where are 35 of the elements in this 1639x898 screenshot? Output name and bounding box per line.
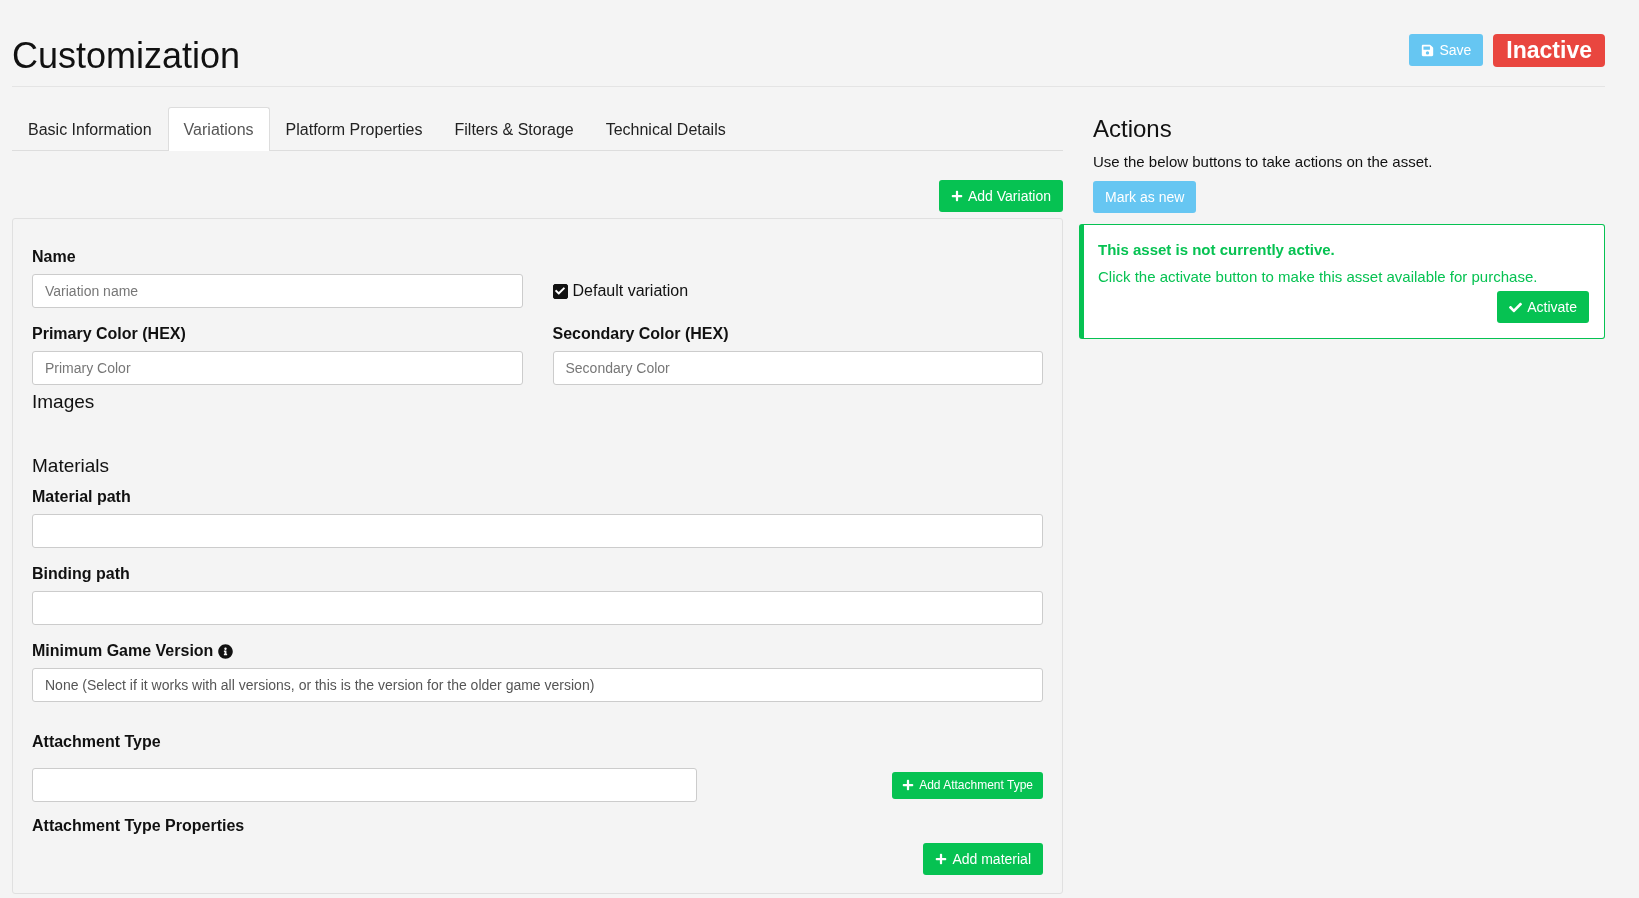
section-heading: Materials — [32, 455, 111, 477]
primary-color-field[interactable]: Primary Color — [32, 351, 523, 385]
checkbox-label: Default variation — [572, 282, 689, 300]
secondary-color-field[interactable]: Secondary Color — [552, 351, 1043, 385]
game-version-select[interactable]: None (Select if it works with all versions, or this is the version for the older game version) — [32, 668, 1043, 702]
tab[interactable]: Variations — [167, 107, 270, 151]
tab[interactable]: Technical Details — [589, 107, 742, 151]
status-badge: Inactive — [1493, 33, 1605, 67]
field-label: Material path — [32, 487, 132, 507]
field-label: Name — [32, 247, 77, 267]
default-variation-checkbox[interactable]: Default variation — [552, 274, 1043, 308]
field-label: Binding path — [32, 564, 131, 584]
plus-icon — [902, 779, 915, 791]
field-label: Minimum Game Version — [32, 641, 214, 661]
section-heading: Images — [32, 391, 96, 413]
tab[interactable]: Basic Information — [12, 107, 168, 151]
actions-description: Use the below buttons to take actions on the asset. — [1093, 153, 1434, 170]
tab[interactable]: Filters & Storage — [438, 107, 590, 151]
field-label: Attachment Type — [32, 732, 162, 752]
binding-path-field[interactable] — [32, 591, 1043, 625]
field-label: Attachment Type Properties — [32, 816, 246, 836]
alert-title: This asset is not currently active. — [1098, 241, 1336, 258]
page-title: Customization — [12, 34, 241, 78]
attachment-type-field[interactable] — [32, 768, 697, 802]
actions-heading: Actions — [1093, 115, 1173, 143]
name-field[interactable]: Variation name — [32, 274, 523, 308]
material-path-field[interactable] — [32, 514, 1043, 548]
info-icon[interactable] — [218, 643, 234, 659]
alert-message: Click the activate button to make this asset available for purchase. — [1098, 268, 1539, 285]
check-icon — [1509, 300, 1523, 314]
tab[interactable]: Platform Properties — [269, 107, 439, 151]
field-label: Primary Color (HEX) — [32, 324, 187, 344]
plus-icon — [935, 853, 948, 865]
field-label: Secondary Color (HEX) — [552, 324, 730, 344]
plus-icon — [951, 190, 963, 202]
